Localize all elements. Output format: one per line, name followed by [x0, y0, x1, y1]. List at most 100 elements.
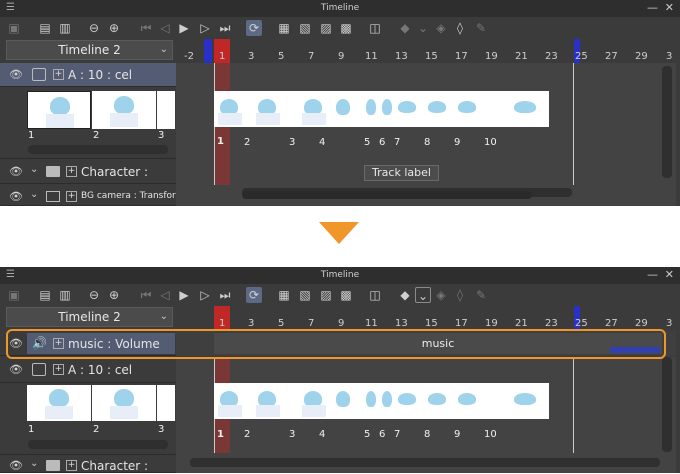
play-icon[interactable]: ▶ — [176, 20, 192, 36]
enable-cel-icon[interactable]: ▨ — [318, 20, 334, 36]
cel-thumbnail[interactable] — [157, 91, 175, 129]
music-layer-highlight — [6, 329, 666, 359]
play-icon[interactable]: ▶ — [176, 287, 192, 303]
timeline-select[interactable]: Timeline 2 ⌄ — [6, 307, 173, 327]
ruler-label: 23 — [545, 318, 558, 329]
new-cel-icon[interactable]: ▦ — [276, 287, 292, 303]
thumb-number: 3 — [158, 424, 165, 435]
cel-strip[interactable] — [214, 383, 549, 419]
first-frame-icon[interactable]: ⏮ — [138, 287, 154, 303]
add-keyframe-icon[interactable]: ◊ — [452, 20, 468, 36]
keyframe-dropdown-icon[interactable]: ⌄ — [415, 20, 431, 36]
ruler-label: 15 — [425, 318, 438, 329]
ruler-label: 27 — [605, 318, 618, 329]
zoom-out-icon[interactable]: ⊖ — [86, 287, 102, 303]
thumbnail-scrollbar[interactable] — [28, 440, 168, 449]
eye-icon[interactable]: 👁 — [9, 69, 23, 80]
track-label-button[interactable]: Track label — [364, 165, 439, 181]
layer-row-bg-camera[interactable]: 👁 ⌄ + BG camera : Transform — [0, 185, 184, 206]
timeline-grid[interactable]: 1 2 3 4 5 6 7 8 9 10 — [176, 357, 676, 473]
zoom-out-icon[interactable]: ⊖ — [86, 20, 102, 36]
layer-row-cel-a[interactable]: 👁 + A : 10 : cel — [0, 63, 176, 87]
collapse-chevron-icon[interactable]: ⌄ — [30, 164, 38, 175]
eye-icon[interactable]: 👁 — [9, 191, 23, 202]
cel-thumbnail[interactable] — [92, 385, 156, 421]
layer-clip-icon[interactable]: ◫ — [367, 20, 383, 36]
timeline-select[interactable]: Timeline 2 ⌄ — [6, 40, 173, 60]
cel-thumbnail[interactable] — [27, 91, 91, 129]
new-timeline-icon[interactable]: ▣ — [6, 20, 22, 36]
eye-icon[interactable]: 👁 — [9, 364, 23, 375]
new-cel-icon[interactable]: ▦ — [276, 20, 292, 36]
camera-keyframe-icon[interactable]: ◈ — [433, 287, 449, 303]
ruler-label: 9 — [338, 51, 345, 62]
add-keyframe-icon[interactable]: ◊ — [452, 287, 468, 303]
onion-skin-icon[interactable]: ▩ — [338, 287, 354, 303]
specify-cel-icon[interactable]: ▧ — [297, 20, 313, 36]
grid-horizontal-scrollbar[interactable] — [190, 458, 660, 467]
zoom-in-icon[interactable]: ⊕ — [106, 20, 122, 36]
pen-icon[interactable]: ✎ — [473, 287, 489, 303]
title-bar: ☰ Timeline — ✕ — [0, 0, 680, 17]
expand-plus-icon[interactable]: + — [53, 69, 64, 80]
layer-row-character[interactable]: 👁 ⌄ + Character : — [0, 160, 176, 184]
prev-frame-icon[interactable]: ◁ — [157, 20, 173, 36]
loop-icon[interactable]: ⟳ — [246, 287, 262, 303]
next-frame-icon[interactable]: ▷ — [197, 287, 213, 303]
cel-number: 10 — [484, 137, 497, 148]
keyframe-dropdown-icon[interactable]: ⌄ — [415, 287, 431, 303]
expand-plus-icon[interactable]: + — [66, 460, 77, 471]
onion-skin-icon[interactable]: ▩ — [338, 20, 354, 36]
frame-ruler[interactable]: -2 1 3 5 7 9 11 13 15 17 19 21 23 25 27 … — [176, 39, 676, 63]
timeline-settings-icon[interactable]: ▤ — [37, 20, 53, 36]
cel-number: 9 — [454, 137, 461, 148]
grid-vertical-scrollbar[interactable] — [662, 357, 672, 452]
frame-settings-icon[interactable]: ▥ — [57, 287, 73, 303]
thumbnail-scrollbar[interactable] — [28, 145, 168, 154]
layer-row-character[interactable]: 👁 ⌄ + Character : — [0, 456, 176, 473]
ruler-label: 5 — [278, 51, 285, 62]
collapse-chevron-icon[interactable]: ⌄ — [30, 189, 38, 200]
cel-strip[interactable] — [214, 91, 549, 127]
close-icon[interactable]: ✕ — [665, 268, 674, 281]
collapse-chevron-icon[interactable]: ⌄ — [30, 458, 38, 469]
expand-plus-icon[interactable]: + — [66, 166, 77, 177]
expand-plus-icon[interactable]: + — [53, 364, 64, 375]
timeline-grid[interactable]: 1 2 3 4 5 6 7 8 9 10 — [176, 63, 676, 206]
eye-icon[interactable]: 👁 — [9, 460, 23, 471]
enable-cel-icon[interactable]: ▨ — [318, 287, 334, 303]
folder-icon — [46, 460, 60, 471]
frame-settings-icon[interactable]: ▥ — [57, 20, 73, 36]
new-timeline-icon[interactable]: ▣ — [6, 287, 22, 303]
zoom-in-icon[interactable]: ⊕ — [106, 287, 122, 303]
timeline-settings-icon[interactable]: ▤ — [37, 287, 53, 303]
camera-keyframe-icon[interactable]: ◈ — [433, 20, 449, 36]
frame-ruler[interactable]: 1 3 5 7 9 11 13 15 17 19 21 23 25 27 29 … — [176, 306, 676, 330]
minimize-icon[interactable]: — — [647, 268, 658, 281]
cel-thumbnail[interactable] — [157, 385, 175, 421]
cel-number: 6 — [379, 137, 386, 148]
expand-plus-icon[interactable]: + — [66, 191, 77, 202]
minimize-icon[interactable]: — — [647, 1, 658, 14]
loop-icon[interactable]: ⟳ — [246, 20, 262, 36]
keyframe-icon[interactable]: ◆ — [397, 287, 413, 303]
last-frame-icon[interactable]: ⏭ — [217, 20, 233, 36]
prev-frame-icon[interactable]: ◁ — [157, 287, 173, 303]
keyframe-icon[interactable]: ◆ — [397, 20, 413, 36]
cel-thumbnail[interactable] — [27, 385, 91, 421]
cel-thumbnail[interactable] — [92, 91, 156, 129]
next-frame-icon[interactable]: ▷ — [197, 20, 213, 36]
first-frame-icon[interactable]: ⏮ — [138, 20, 154, 36]
close-icon[interactable]: ✕ — [665, 1, 674, 14]
playhead-start-marker[interactable] — [204, 39, 212, 63]
ruler-label: 19 — [485, 318, 498, 329]
specify-cel-icon[interactable]: ▧ — [297, 287, 313, 303]
cel-number: 3 — [289, 429, 296, 440]
last-frame-icon[interactable]: ⏭ — [217, 287, 233, 303]
eye-icon[interactable]: 👁 — [9, 166, 23, 177]
bottom-scroll-track[interactable] — [242, 191, 532, 199]
grid-vertical-scrollbar[interactable] — [662, 66, 672, 178]
layer-row-cel-a[interactable]: 👁 + A : 10 : cel — [0, 357, 176, 383]
layer-clip-icon[interactable]: ◫ — [367, 287, 383, 303]
pen-icon[interactable]: ✎ — [473, 20, 489, 36]
